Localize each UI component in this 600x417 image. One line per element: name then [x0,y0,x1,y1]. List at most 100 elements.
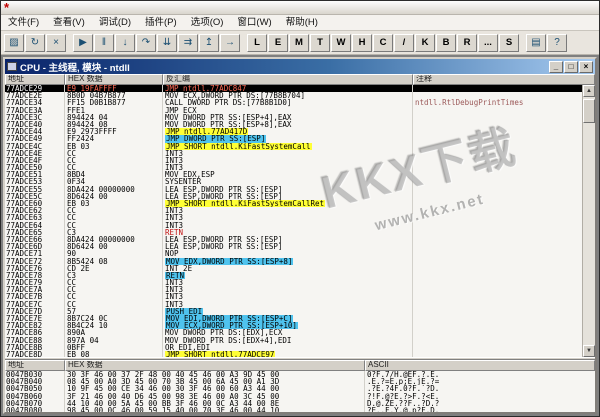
animate-into-button[interactable]: ⇊ [157,34,177,52]
window-source-button[interactable]: S [499,34,519,52]
window-runtrace-button[interactable]: ... [478,34,498,52]
disasm-row[interactable]: 77ADCE63CCINT3 [5,214,582,221]
disasm-row[interactable]: 77ADCE3AFFE1JMP ECX [5,107,582,114]
step-into-button[interactable]: ↓ [115,34,135,52]
cpu-minimize-button[interactable]: _ [549,61,563,73]
comment-cell [413,315,582,322]
window-references-button[interactable]: R [457,34,477,52]
scroll-thumb[interactable] [583,99,595,123]
disasm-column-header-1[interactable]: HEX 数据 [65,74,163,85]
disasm-row[interactable]: 77ADCE49FF2424JMP DWORD PTR SS:[ESP] [5,135,582,142]
window-executables-button[interactable]: E [268,34,288,52]
dump-column-header-2[interactable]: ASCII [365,360,595,371]
cpu-close-button[interactable]: × [579,61,593,73]
window-callstack-button[interactable]: K [415,34,435,52]
disasm-row[interactable]: 77ADCE8DEB 08JMP SHORT ntdll.77ADCE97 [5,351,582,357]
menu-item-options[interactable]: 选项(O) [184,15,231,31]
window-breakpoints-button[interactable]: B [436,34,456,52]
dump-row[interactable]: 0047B03030 3F 46 00 37 2F 48 00 40 45 46… [5,371,595,378]
disasm-row[interactable]: 77ADCE40894424 08MOV DWORD PTR SS:[ESP+8… [5,121,582,128]
disasm-row[interactable]: 77ADCE65C3RETN [5,229,582,236]
window-threads-button[interactable]: T [310,34,330,52]
disasm-row[interactable]: 77ADCE78C3RETN [5,272,582,279]
menu-item-file[interactable]: 文件(F) [1,15,46,31]
cpu-titlebar[interactable]: CPU - 主线程, 模块 - ntdll _□× [5,59,595,74]
disasm-row[interactable]: 77ADCE530F34SYSENTER [5,178,582,185]
dump-row[interactable]: 0047B05010 9F 45 00 CE 34 46 00 30 3F 46… [5,385,595,392]
cpu-maximize-button[interactable]: □ [564,61,578,73]
disasm-row[interactable]: 77ADCE558DA424 00000000LEA ESP,DWORD PTR… [5,186,582,193]
window-memory-button[interactable]: M [289,34,309,52]
disasm-row[interactable]: 77ADCE62CCINT3 [5,207,582,214]
titlebar[interactable]: * [1,1,599,15]
step-over-button[interactable]: ↷ [136,34,156,52]
disasm-row[interactable]: 77ADCE7CCCINT3 [5,301,582,308]
dump-row[interactable]: 0047B08098 45 00 0C 46 00 59 15 40 00 70… [5,407,595,412]
animate-over-button[interactable]: ⇉ [178,34,198,52]
disasm-row[interactable]: 77ADCE76CD 2EINT 2E [5,265,582,272]
window-windows-button[interactable]: W [331,34,351,52]
disasm-row[interactable]: 77ADCE34FF15 D0B1B877CALL DWORD PTR DS:[… [5,99,582,106]
dump-row[interactable]: 0047B0603F 21 46 00 40 D6 45 00 98 3E 46… [5,393,595,400]
address-cell: 77ADCE44 [5,128,65,135]
close-process-button[interactable]: × [46,34,66,52]
disasm-row[interactable]: 77ADCE828B4C24 10MOV ECX,DWORD PTR SS:[E… [5,322,582,329]
disasm-row[interactable]: 77ADCE7E8B7C24 0CMOV EDI,DWORD PTR SS:[E… [5,315,582,322]
dump-row[interactable]: 0047B07044 10 40 00 5A 45 00 BB 3F 46 00… [5,400,595,407]
disasm-row[interactable]: 77ADCE50CCINT3 [5,164,582,171]
menu-item-debug[interactable]: 调试(D) [92,15,138,31]
disasm-row[interactable]: 77ADCE44E9 2973FFFFJMP ntdll.77AD417D [5,128,582,135]
hex-cell: CD 2E [65,265,163,272]
dump-row[interactable]: 0047B04008 45 00 A0 3D 45 00 70 3B 45 00… [5,378,595,385]
disasm-column-header-0[interactable]: 地址 [5,74,65,85]
goto-button[interactable]: → [220,34,240,52]
scroll-down-icon[interactable]: ▼ [583,345,595,357]
restart-button[interactable]: ↻ [25,34,45,52]
disasm-row[interactable]: 77ADCE60EB 03JMP SHORT ntdll.KiFastSyste… [5,200,582,207]
disasm-row[interactable]: 77ADCE8B0BFFOR EDI,EDI [5,344,582,351]
scroll-up-icon[interactable]: ▲ [583,85,595,97]
disasm-row[interactable]: 77ADCE64CCINT3 [5,222,582,229]
disasm-row[interactable]: 77ADCE79CCINT3 [5,279,582,286]
asm-text: JMP ntdll.77ADC847 [165,85,246,92]
disasm-column-header-2[interactable]: 反汇编 [163,74,413,85]
disasm-row[interactable]: 77ADCE7190NOP [5,250,582,257]
disasm-column-header-3[interactable]: 注释 [413,74,595,85]
help-button[interactable]: ? [547,34,567,52]
menu-item-plugins[interactable]: 插件(P) [138,15,184,31]
disasm-row[interactable]: 77ADCE7D57PUSH EDI [5,308,582,315]
disasm-row[interactable]: 77ADCE4ECCINT3 [5,150,582,157]
disasm-scrollbar[interactable]: ▲ ▼ [582,85,595,357]
comment-cell [413,301,582,308]
until-return-button[interactable]: ↥ [199,34,219,52]
disasm-row[interactable]: 77ADCE7ACCINT3 [5,286,582,293]
disasm-row[interactable]: 77ADCE29E9 19FAFFFFJMP ntdll.77ADC847 [5,85,582,92]
dump-column-header-0[interactable]: 地址 [5,360,65,371]
run-button[interactable]: ▶ [73,34,93,52]
asm-cell: INT3 [163,207,413,214]
window-patches-button[interactable]: / [394,34,414,52]
disasm-row[interactable]: 77ADCE3C894424 04MOV DWORD PTR SS:[ESP+4… [5,114,582,121]
disasm-row[interactable]: 77ADCE4CEB 03JMP SHORT ntdll.KiFastSyste… [5,143,582,150]
menu-item-help[interactable]: 帮助(H) [279,15,325,31]
disasm-row[interactable]: 77ADCE518BD4MOV EDX,ESP [5,171,582,178]
disasm-row[interactable]: 77ADCE2E8B0D 04B7B877MOV ECX,DWORD PTR D… [5,92,582,99]
disasm-row[interactable]: 77ADCE86890AMOV DWORD PTR DS:[EDX],ECX [5,329,582,336]
disasm-row[interactable]: 77ADCE668DA424 00000000LEA ESP,DWORD PTR… [5,236,582,243]
dump-column-header-1[interactable]: HEX 数据 [65,360,365,371]
disasm-row[interactable]: 77ADCE88897A 04MOV DWORD PTR DS:[EDX+4],… [5,337,582,344]
window-log-button[interactable]: L [247,34,267,52]
window-cpu-button[interactable]: C [373,34,393,52]
open-button[interactable]: ▨ [4,34,24,52]
menu-item-window[interactable]: 窗口(W) [230,15,278,31]
options-button[interactable]: ▤ [526,34,546,52]
pause-button[interactable]: ‖ [94,34,114,52]
window-handles-button[interactable]: H [352,34,372,52]
address-cell: 77ADCE86 [5,329,65,336]
disasm-row[interactable]: 77ADCE7BCCINT3 [5,293,582,300]
disasm-row[interactable]: 77ADCE4FCCINT3 [5,157,582,164]
disasm-row[interactable]: 77ADCE728B5424 08MOV EDX,DWORD PTR SS:[E… [5,258,582,265]
disasm-row[interactable]: 77ADCE5C8D6424 00LEA ESP,DWORD PTR SS:[E… [5,193,582,200]
menu-item-view[interactable]: 查看(V) [46,15,92,31]
disasm-row[interactable]: 77ADCE6D8D6424 00LEA ESP,DWORD PTR SS:[E… [5,243,582,250]
